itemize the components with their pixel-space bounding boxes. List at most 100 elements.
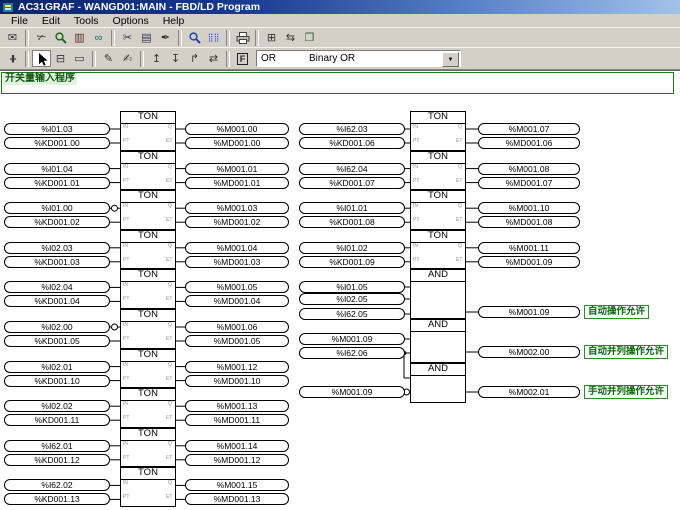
input-variable-capsule[interactable]: %M001.09 [299,386,405,398]
and-block[interactable]: AND [410,363,466,403]
input-variable-capsule[interactable]: %I01.01 [299,202,405,214]
ton-block[interactable]: TONINPTQET [120,230,176,270]
connect-top-icon[interactable]: ↥ [147,51,166,67]
output-variable-capsule[interactable]: %MD001.09 [478,256,580,268]
io-display-icon[interactable]: -||- [3,51,22,67]
select-arrow-icon[interactable] [32,50,51,67]
output-variable-capsule[interactable]: %M001.15 [185,479,289,491]
input-variable-capsule[interactable]: %KD001.08 [299,216,405,228]
input-variable-capsule[interactable]: %I62.04 [299,163,405,175]
pen-icon[interactable]: ✎ [99,51,118,67]
variable-tool-icon[interactable]: ▭ [70,51,89,67]
window-switch-icon[interactable]: ❐ [300,30,319,46]
glasses-icon[interactable]: ∞ [89,30,108,46]
output-variable-capsule[interactable]: %MD001.00 [185,137,289,149]
ton-block[interactable]: TONINPTQET [120,269,176,309]
delete-block-icon[interactable]: ✃ [32,30,51,46]
input-variable-capsule[interactable]: %I62.03 [299,123,405,135]
ton-block[interactable]: TONINPTQET [120,151,176,191]
input-variable-capsule[interactable]: %I01.05 [299,281,405,293]
input-variable-capsule[interactable]: %KD001.09 [299,256,405,268]
menu-help[interactable]: Help [156,15,192,27]
function-select-combo[interactable]: ORBinary OR▼ [256,50,461,67]
library-icon[interactable]: ▥ [70,30,89,46]
fbd-canvas[interactable]: 开关量输入程序 TONINPTQET %I01.03 %KD001.00 %M001.… [0,70,680,510]
ton-block[interactable]: TONINPTQET [120,190,176,230]
output-variable-capsule[interactable]: %MD001.02 [185,216,289,228]
input-variable-capsule[interactable]: %I02.05 [299,293,405,305]
output-variable-capsule[interactable]: %MD001.13 [185,493,289,505]
input-variable-capsule[interactable]: %I62.06 [299,347,405,359]
input-variable-capsule[interactable]: %I02.04 [4,281,110,293]
output-variable-capsule[interactable]: %M001.08 [478,163,580,175]
output-variable-capsule[interactable]: %M001.09 [478,306,580,318]
and-block[interactable]: AND [410,319,466,363]
input-variable-capsule[interactable]: %KD001.06 [299,137,405,149]
output-comment-label[interactable]: 自动操作允许 [584,305,649,319]
output-variable-capsule[interactable]: %MD001.08 [478,216,580,228]
zoom-icon[interactable] [185,30,204,46]
input-variable-capsule[interactable]: %KD001.12 [4,454,110,466]
output-variable-capsule[interactable]: %M001.00 [185,123,289,135]
output-variable-capsule[interactable]: %MD001.04 [185,295,289,307]
input-variable-capsule[interactable]: %I02.01 [4,361,110,373]
input-variable-capsule[interactable]: %KD001.10 [4,375,110,387]
output-comment-label[interactable]: 自动并列操作允许 [584,345,668,359]
ton-block[interactable]: TONINPTQET [410,111,466,151]
output-variable-capsule[interactable]: %M002.00 [478,346,580,358]
output-variable-capsule[interactable]: %M001.01 [185,163,289,175]
program-comment-box[interactable]: 开关量输入程序 [1,72,674,94]
input-variable-capsule[interactable]: %KD001.01 [4,177,110,189]
and-block[interactable]: AND [410,269,466,319]
output-variable-capsule[interactable]: %M001.05 [185,281,289,293]
open-project-icon[interactable]: ✉ [3,30,22,46]
replace-icon[interactable]: ⇆ [281,30,300,46]
input-variable-capsule[interactable]: %KD001.05 [4,335,110,347]
input-variable-capsule[interactable]: %I02.03 [4,242,110,254]
grid-icon[interactable]: ⣿⣿ [204,30,223,46]
function-block-icon[interactable]: F [233,51,252,67]
output-variable-capsule[interactable]: %M001.11 [478,242,580,254]
input-variable-capsule[interactable]: %KD001.04 [4,295,110,307]
menu-options[interactable]: Options [106,15,156,27]
output-variable-capsule[interactable]: %M001.06 [185,321,289,333]
input-variable-capsule[interactable]: %KD001.07 [299,177,405,189]
input-variable-capsule[interactable]: %I01.03 [4,123,110,135]
input-variable-capsule[interactable]: %KD001.00 [4,137,110,149]
output-variable-capsule[interactable]: %MD001.11 [185,414,289,426]
cut-icon[interactable]: ✂ [118,30,137,46]
output-variable-capsule[interactable]: %MD001.03 [185,256,289,268]
ton-block[interactable]: TONINPTQET [120,467,176,507]
output-variable-capsule[interactable]: %M002.01 [478,386,580,398]
syntax-check-icon[interactable] [51,30,70,46]
output-variable-capsule[interactable]: %MD001.07 [478,177,580,189]
input-variable-capsule[interactable]: %KD001.11 [4,414,110,426]
connect-branch-icon[interactable]: ↱ [185,51,204,67]
output-comment-label[interactable]: 手动并列操作允许 [584,385,668,399]
ton-block[interactable]: TONINPTQET [410,190,466,230]
output-variable-capsule[interactable]: %MD001.05 [185,335,289,347]
ton-block[interactable]: TONINPTQET [410,151,466,191]
output-variable-capsule[interactable]: %M001.14 [185,440,289,452]
input-variable-capsule[interactable]: %I01.04 [4,163,110,175]
combo-dropdown-button[interactable]: ▼ [442,52,459,67]
output-variable-capsule[interactable]: %MD001.01 [185,177,289,189]
block-tool-icon[interactable]: ⊟ [51,51,70,67]
ton-block[interactable]: TONINPTQET [120,349,176,389]
output-variable-capsule[interactable]: %M001.03 [185,202,289,214]
output-variable-capsule[interactable]: %M001.13 [185,400,289,412]
ton-block[interactable]: TONINPTQET [120,388,176,428]
output-variable-capsule[interactable]: %MD001.06 [478,137,580,149]
menu-file[interactable]: File [4,15,35,27]
output-variable-capsule[interactable]: %M001.12 [185,361,289,373]
output-variable-capsule[interactable]: %MD001.12 [185,454,289,466]
multi-pen-icon[interactable]: ✍ [118,51,137,67]
output-variable-capsule[interactable]: %M001.07 [478,123,580,135]
page-setup-icon[interactable]: ⊞ [262,30,281,46]
input-variable-capsule[interactable]: %I02.00 [4,321,110,333]
window-titlebar[interactable]: AC31GRAF - WANGD01:MAIN - FBD/LD Program [0,0,680,14]
input-variable-capsule[interactable]: %I62.05 [299,308,405,320]
output-variable-capsule[interactable]: %M001.04 [185,242,289,254]
copy-icon[interactable]: ▤ [137,30,156,46]
paste-ink-icon[interactable]: ✒ [156,30,175,46]
